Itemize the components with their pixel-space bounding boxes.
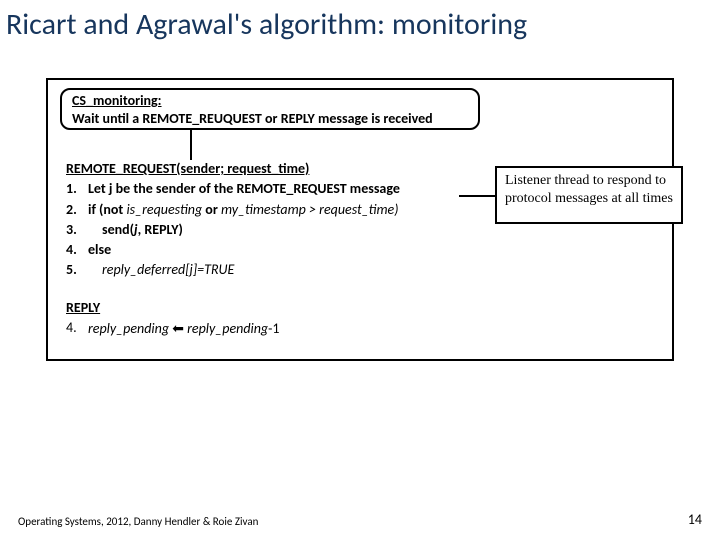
reply-block: REPLY 4. reply_pending ⬅ reply_pending-1: [66, 298, 446, 340]
footer-text: Operating Systems, 2012, Danny Hendler &…: [18, 515, 258, 528]
line-text: reply_deferred[j]=TRUE: [88, 260, 456, 280]
page-number: 14: [688, 511, 702, 528]
line-text: Let j be the sender of the REMOTE_REQUES…: [88, 179, 456, 199]
callout-line: [459, 195, 495, 197]
cs-monitoring-box: CS_monitoring: Wait until a REMOTE_REUQU…: [60, 88, 480, 130]
text-post: , REPLY): [138, 221, 183, 238]
line-num: 4.: [66, 318, 88, 339]
callout-note: Listener thread to respond to protocol m…: [495, 166, 683, 224]
line-num: 2.: [66, 200, 88, 220]
line-5: 5. reply_deferred[j]=TRUE: [66, 260, 456, 280]
remote-signature: REMOTE_REQUEST(sender; request_time): [66, 159, 456, 179]
line-text: else: [88, 240, 456, 260]
line-num: 5.: [66, 260, 88, 280]
line-2: 2. if (not is_requesting or my_timestamp…: [66, 200, 456, 220]
expr: my_timestamp > request_time): [221, 201, 399, 218]
line-4: 4. else: [66, 240, 456, 260]
line-text: send(j, REPLY): [88, 220, 456, 240]
left-arrow-icon: ⬅: [172, 320, 184, 336]
slide-title: Ricart and Agrawal's algorithm: monitori…: [6, 6, 527, 43]
line-text: if (not is_requesting or my_timestamp > …: [88, 200, 456, 220]
line-3: 3. send(j, REPLY): [66, 220, 456, 240]
var: reply_pending: [88, 320, 169, 337]
line-num: 3.: [66, 220, 88, 240]
line-num: 1.: [66, 179, 88, 199]
kw-if: if (not: [88, 201, 126, 218]
connector-line: [190, 130, 192, 160]
cs-body: Wait until a REMOTE_REUQUEST or REPLY me…: [72, 110, 433, 127]
cs-header: CS_monitoring:: [72, 92, 162, 109]
reply-line: 4. reply_pending ⬅ reply_pending-1: [66, 318, 446, 339]
remote-request-block: REMOTE_REQUEST(sender; request_time) 1. …: [66, 159, 456, 281]
text-pre: send(: [102, 221, 134, 238]
var: reply_pending: [187, 320, 268, 337]
line-num: 4.: [66, 240, 88, 260]
reply-signature: REPLY: [66, 298, 446, 318]
suffix: -1: [268, 320, 279, 337]
var: is_requesting: [126, 201, 202, 218]
line-1: 1. Let j be the sender of the REMOTE_REQ…: [66, 179, 456, 199]
line-text: reply_pending ⬅ reply_pending-1: [88, 318, 446, 339]
kw-or: or: [202, 201, 221, 218]
